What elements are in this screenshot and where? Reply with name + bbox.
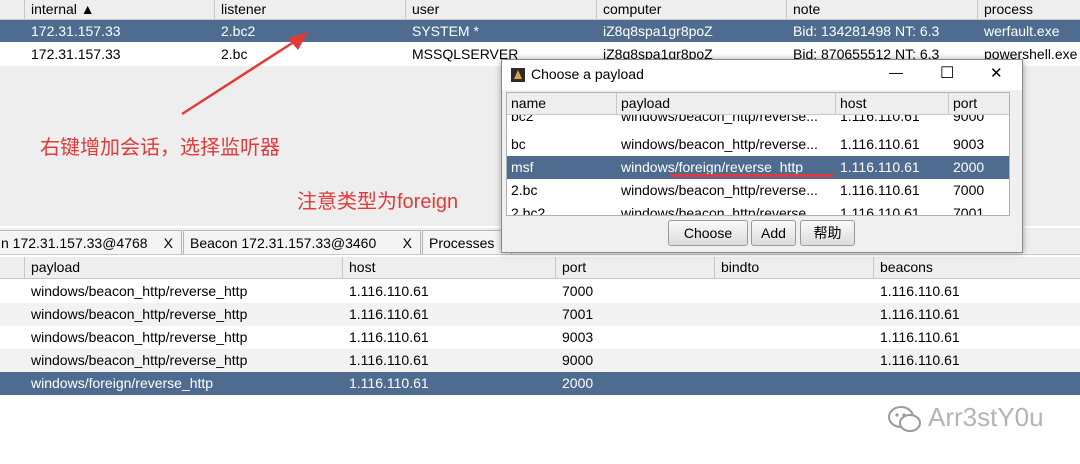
minimize-icon[interactable]: — xyxy=(889,64,903,80)
listener-bindto xyxy=(721,372,871,394)
column-header-port[interactable]: port xyxy=(556,257,715,279)
listener-bindto xyxy=(721,326,871,348)
tab-processes[interactable]: Processes xyxy=(422,230,512,254)
listener-port: 2000 xyxy=(562,375,594,391)
payload-row[interactable]: bc windows/beacon_http/reverse... 1.116.… xyxy=(507,133,1009,156)
listener-beacons: 1.116.110.61 xyxy=(880,329,960,345)
listener-port: 9003 xyxy=(562,329,594,345)
payload-name: 2.bc2 xyxy=(511,205,546,216)
listener-beacons: 1.116.110.61 xyxy=(880,352,960,368)
dialog-title-bar[interactable]: Choose a payload — ☐ ✕ xyxy=(502,60,1022,90)
listener-payload: windows/foreign/reverse_http xyxy=(31,375,214,391)
tab-beacon-3460[interactable]: Beacon 172.31.157.33@3460 X xyxy=(183,230,421,254)
payload-host: 1.116.110.61 xyxy=(840,182,920,198)
column-header-payload[interactable]: payload xyxy=(25,257,343,279)
close-icon[interactable]: ✕ xyxy=(990,64,1003,82)
payload-type: windows/beacon_http/reverse... xyxy=(621,205,818,216)
listener-payload: windows/beacon_http/reverse_http xyxy=(31,329,248,345)
column-header-name[interactable]: name xyxy=(507,93,617,115)
column-header-blank[interactable] xyxy=(0,0,25,20)
payload-type: windows/beacon_http/reverse... xyxy=(621,136,818,152)
help-button[interactable]: 帮助 xyxy=(800,220,855,246)
payload-port: 9003 xyxy=(953,136,985,152)
payload-table: bc2 windows/beacon_http/reverse... 1.116… xyxy=(506,92,1010,216)
payload-host: 1.116.110.61 xyxy=(840,136,920,152)
listener-host: 1.116.110.61 xyxy=(349,375,429,391)
listener-row[interactable]: windows/beacon_http/reverse_http 1.116.1… xyxy=(0,326,1080,349)
listener-payload: windows/beacon_http/reverse_http xyxy=(31,352,248,368)
listener-beacons: 1.116.110.61 xyxy=(880,283,960,299)
payload-host: 1.116.110.61 xyxy=(840,205,920,216)
annotation-foreign-type: 注意类型为foreign xyxy=(297,191,459,213)
tab-label: Beacon 172.31.157.33@3460 xyxy=(190,235,377,251)
session-user: SYSTEM * xyxy=(412,23,479,39)
listener-row[interactable]: windows/foreign/reverse_http 1.116.110.6… xyxy=(0,372,1080,395)
column-header-bindto[interactable]: bindto xyxy=(715,257,874,279)
listener-beacons: 1.116.110.61 xyxy=(880,306,960,322)
watermark-text: Arr3stY0u xyxy=(928,402,1044,432)
scrollbar[interactable] xyxy=(1009,93,1010,215)
dialog-title: Choose a payload xyxy=(531,66,644,82)
column-header-internal[interactable]: internal ▲ xyxy=(25,0,215,20)
payload-name: msf xyxy=(511,159,534,175)
choose-button[interactable]: Choose xyxy=(668,220,748,246)
add-button[interactable]: Add xyxy=(751,220,796,246)
payload-port: 7001 xyxy=(953,205,985,216)
column-header-beacons[interactable]: beacons xyxy=(874,257,1080,279)
tab-label: Processes xyxy=(429,235,495,251)
payload-name: bc xyxy=(511,136,526,152)
session-row[interactable]: 172.31.157.33 2.bc2 SYSTEM * iZ8q8spa1gr… xyxy=(0,20,1080,42)
choose-payload-dialog: Choose a payload — ☐ ✕ bc2 windows/beaco… xyxy=(501,59,1023,253)
column-header-blank[interactable] xyxy=(0,257,25,279)
listener-host: 1.116.110.61 xyxy=(349,352,429,368)
payload-host: 1.116.110.61 xyxy=(840,159,920,175)
listener-beacons xyxy=(880,372,1070,394)
annotation-underline xyxy=(670,174,834,177)
listener-row[interactable]: windows/beacon_http/reverse_http 1.116.1… xyxy=(0,349,1080,372)
session-process: werfault.exe xyxy=(984,23,1060,39)
session-computer: iZ8q8spa1gr8poZ xyxy=(603,23,713,39)
listener-port: 7000 xyxy=(562,283,594,299)
listener-port: 9000 xyxy=(562,352,594,368)
annotation-right-click: 右键增加会话，选择监听器 xyxy=(40,137,280,159)
listener-row[interactable]: windows/beacon_http/reverse_http 1.116.1… xyxy=(0,303,1080,326)
listener-host: 1.116.110.61 xyxy=(349,283,429,299)
payload-row[interactable]: 2.bc windows/beacon_http/reverse... 1.11… xyxy=(507,179,1009,202)
listener-payload: windows/beacon_http/reverse_http xyxy=(31,283,248,299)
payload-type: windows/beacon_http/reverse... xyxy=(621,182,818,198)
close-icon[interactable]: X xyxy=(403,231,412,254)
close-icon[interactable]: X xyxy=(164,231,173,254)
listener-payload: windows/beacon_http/reverse_http xyxy=(31,306,248,322)
wechat-icon xyxy=(888,406,921,432)
column-header-payload[interactable]: payload xyxy=(617,93,836,115)
column-header-host[interactable]: host xyxy=(836,93,949,115)
tab-session-4768[interactable]: n 172.31.157.33@4768 X xyxy=(0,230,182,254)
column-header-user[interactable]: user xyxy=(406,0,597,20)
listener-row[interactable]: windows/beacon_http/reverse_http 1.116.1… xyxy=(0,280,1080,303)
column-header-host[interactable]: host xyxy=(343,257,556,279)
annotation-arrow xyxy=(181,32,308,116)
listener-host: 1.116.110.61 xyxy=(349,329,429,345)
payload-name: 2.bc xyxy=(511,182,538,198)
listener-bindto xyxy=(721,303,871,325)
column-header-port[interactable]: port xyxy=(949,93,1009,115)
app-icon xyxy=(511,68,525,82)
listener-bindto xyxy=(721,280,871,302)
column-header-listener[interactable]: listener xyxy=(215,0,406,20)
maximize-icon[interactable]: ☐ xyxy=(940,63,954,83)
payload-port: 2000 xyxy=(953,159,985,175)
tab-label: n 172.31.157.33@4768 xyxy=(1,235,148,251)
column-header-computer[interactable]: computer xyxy=(597,0,787,20)
session-note: Bid: 134281498 NT: 6.3 xyxy=(793,23,940,39)
column-header-note[interactable]: note xyxy=(787,0,978,20)
column-header-process[interactable]: process xyxy=(978,0,1080,20)
listener-host: 1.116.110.61 xyxy=(349,306,429,322)
listener-bindto xyxy=(721,349,871,371)
payload-port: 7000 xyxy=(953,182,985,198)
payload-row[interactable]: 2.bc2 windows/beacon_http/reverse... 1.1… xyxy=(507,202,1009,216)
listener-port: 7001 xyxy=(562,306,594,322)
